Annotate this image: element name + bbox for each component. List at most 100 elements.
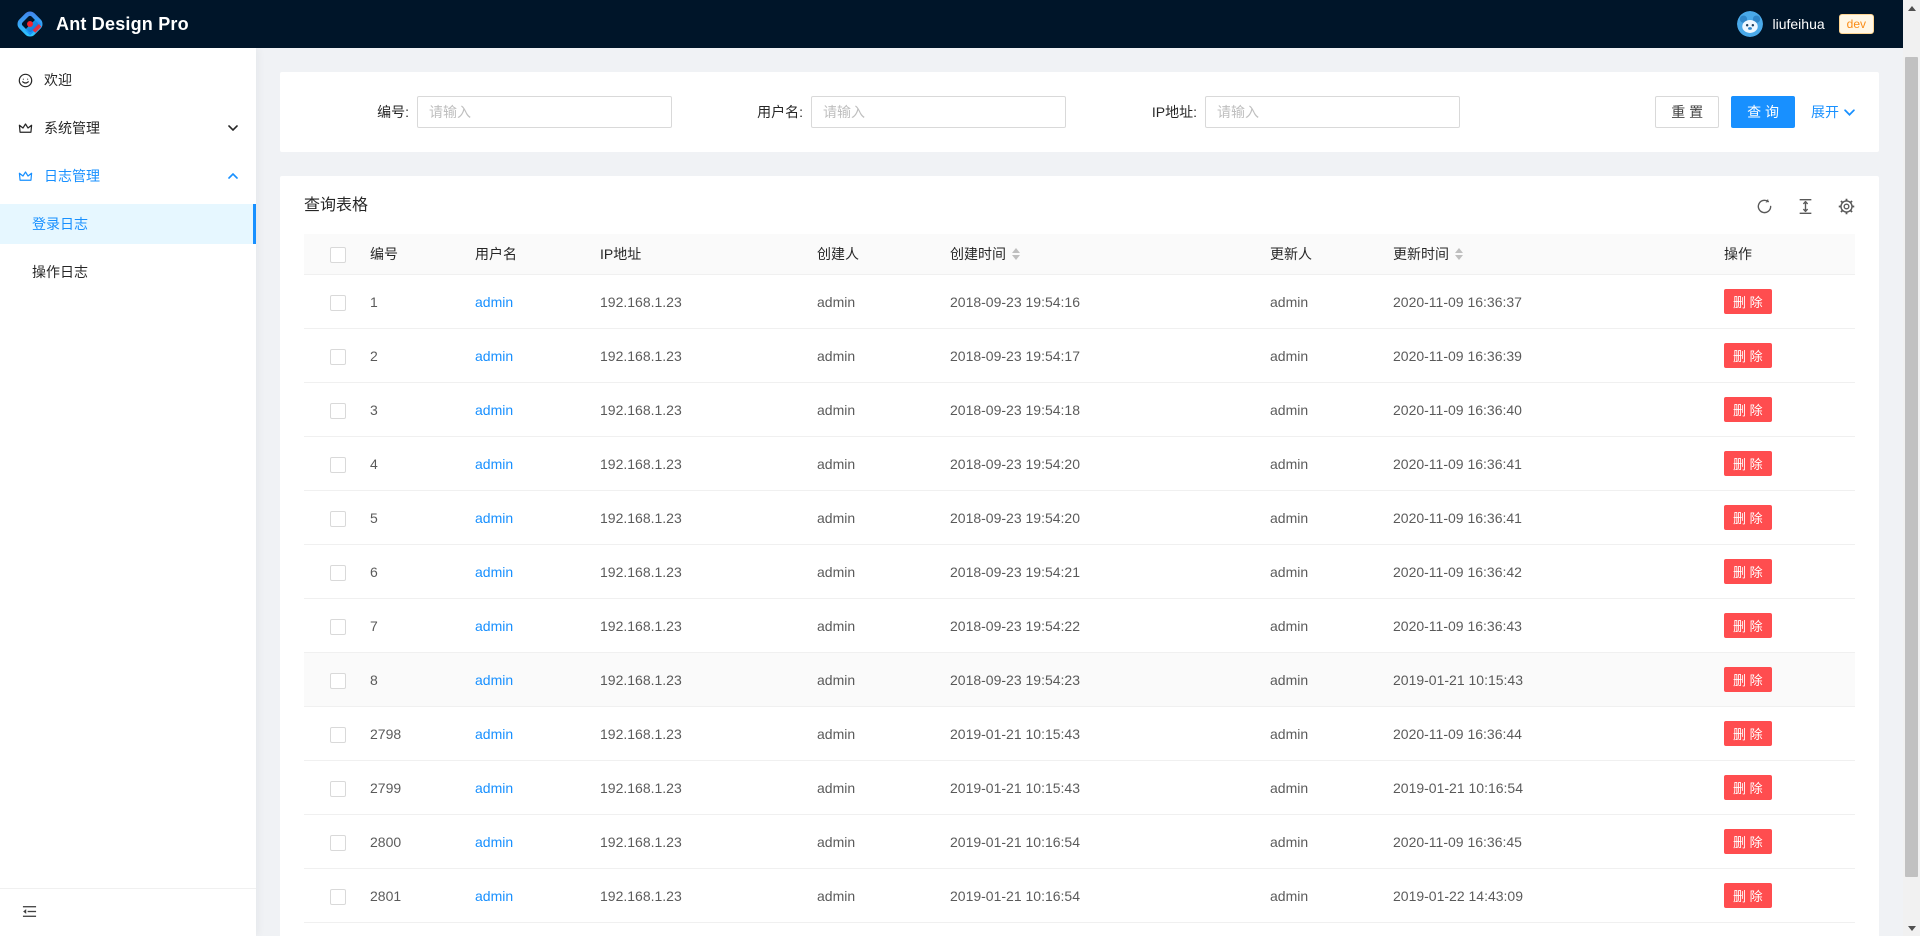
delete-button[interactable]: 删 除 <box>1724 829 1772 854</box>
delete-button[interactable]: 删 除 <box>1724 883 1772 908</box>
row-checkbox[interactable] <box>330 619 346 635</box>
cell-updated-time: 2020-11-09 16:36:45 <box>1377 815 1708 869</box>
col-header-updated-sortable[interactable]: 更新时间 <box>1377 234 1708 275</box>
form-field-ip: IP地址: <box>1092 96 1460 128</box>
sidebar-item-system-mgmt[interactable]: 系统管理 <box>0 108 256 148</box>
cell-updater: admin <box>1254 923 1377 936</box>
cell-created-time: 2018-09-23 19:54:16 <box>934 275 1254 329</box>
id-field[interactable] <box>417 96 672 128</box>
delete-button[interactable]: 删 除 <box>1724 613 1772 638</box>
cell-id: 2801 <box>354 869 459 923</box>
select-all-checkbox[interactable] <box>330 247 346 263</box>
cell-id: 5 <box>354 491 459 545</box>
cell-creator: admin <box>801 761 934 815</box>
chevron-down-icon <box>228 125 238 131</box>
sidebar-item-welcome[interactable]: 欢迎 <box>0 60 256 100</box>
delete-button[interactable]: 删 除 <box>1724 775 1772 800</box>
env-tag: dev <box>1839 14 1874 34</box>
sidebar-item-login-log[interactable]: 登录日志 <box>0 204 256 244</box>
username-link[interactable]: admin <box>475 510 513 526</box>
sort-carets-icon <box>1455 248 1463 260</box>
sidebar-item-label: 登录日志 <box>32 214 88 234</box>
sidebar-collapse-trigger[interactable] <box>0 888 256 936</box>
sidebar-item-log-mgmt[interactable]: 日志管理 <box>0 156 256 196</box>
delete-button[interactable]: 删 除 <box>1724 721 1772 746</box>
username-link[interactable]: admin <box>475 780 513 796</box>
delete-button[interactable]: 删 除 <box>1724 451 1772 476</box>
username-link[interactable]: admin <box>475 564 513 580</box>
cell-action: 删 除 <box>1708 491 1855 545</box>
username-field[interactable] <box>811 96 1066 128</box>
user-menu[interactable]: liufeihua dev <box>1737 11 1904 37</box>
delete-button[interactable]: 删 除 <box>1724 289 1772 314</box>
username-link[interactable]: admin <box>475 834 513 850</box>
username-link[interactable]: admin <box>475 348 513 364</box>
cell-created-time: 2018-09-23 19:54:20 <box>934 437 1254 491</box>
row-checkbox[interactable] <box>330 889 346 905</box>
row-checkbox[interactable] <box>330 835 346 851</box>
table-row: 2800 admin 192.168.1.23 admin 2019-01-21… <box>304 815 1855 869</box>
reset-button[interactable]: 重 置 <box>1655 96 1719 128</box>
reload-icon[interactable] <box>1756 198 1773 215</box>
delete-button[interactable]: 删 除 <box>1724 559 1772 584</box>
settings-gear-icon[interactable] <box>1838 198 1855 215</box>
col-header-created-sortable[interactable]: 创建时间 <box>934 234 1254 275</box>
row-checkbox[interactable] <box>330 403 346 419</box>
cell-username: admin <box>459 275 584 329</box>
cell-id: 4 <box>354 437 459 491</box>
table-toolbar: 查询表格 <box>304 176 1855 234</box>
sidebar-item-operation-log[interactable]: 操作日志 <box>0 252 256 292</box>
vertical-scrollbar[interactable] <box>1903 0 1920 936</box>
username-link[interactable]: admin <box>475 402 513 418</box>
app-title: Ant Design Pro <box>56 14 189 35</box>
cell-creator: admin <box>801 275 934 329</box>
username-link[interactable]: admin <box>475 294 513 310</box>
col-header-ip: IP地址 <box>584 234 801 275</box>
cell-creator: admin <box>801 599 934 653</box>
cell-creator: admin <box>801 545 934 599</box>
logo-link[interactable]: Ant Design Pro <box>16 10 189 38</box>
scrollbar-up-arrow[interactable] <box>1903 0 1920 16</box>
cell-creator: admin <box>801 437 934 491</box>
scrollbar-thumb[interactable] <box>1905 57 1918 877</box>
row-checkbox[interactable] <box>330 295 346 311</box>
row-checkbox[interactable] <box>330 457 346 473</box>
cell-ip: 192.168.1.23 <box>584 383 801 437</box>
row-checkbox[interactable] <box>330 511 346 527</box>
row-checkbox[interactable] <box>330 349 346 365</box>
cell-id: 2802 <box>354 923 459 936</box>
delete-button[interactable]: 删 除 <box>1724 505 1772 530</box>
cell-updated-time: 2020-11-09 16:36:37 <box>1377 275 1708 329</box>
cell-created-time: 2018-09-23 19:54:23 <box>934 653 1254 707</box>
sidebar-item-label: 系统管理 <box>44 118 100 138</box>
row-checkbox[interactable] <box>330 673 346 689</box>
row-checkbox[interactable] <box>330 565 346 581</box>
cell-created-time: 2018-09-23 19:54:17 <box>934 329 1254 383</box>
cell-creator: admin <box>801 491 934 545</box>
row-checkbox[interactable] <box>330 781 346 797</box>
username-link[interactable]: admin <box>475 618 513 634</box>
delete-button[interactable]: 删 除 <box>1724 397 1772 422</box>
table-row: 6 admin 192.168.1.23 admin 2018-09-23 19… <box>304 545 1855 599</box>
cell-id: 6 <box>354 545 459 599</box>
username-link[interactable]: admin <box>475 726 513 742</box>
ip-field[interactable] <box>1205 96 1460 128</box>
table-row: 1 admin 192.168.1.23 admin 2018-09-23 19… <box>304 275 1855 329</box>
cell-action: 删 除 <box>1708 761 1855 815</box>
column-height-icon[interactable] <box>1797 198 1814 215</box>
cell-ip: 192.168.1.23 <box>584 545 801 599</box>
cell-action: 删 除 <box>1708 923 1855 936</box>
cell-username: admin <box>459 437 584 491</box>
row-checkbox[interactable] <box>330 727 346 743</box>
cell-id: 8 <box>354 653 459 707</box>
query-button[interactable]: 查 询 <box>1731 96 1795 128</box>
username-link[interactable]: admin <box>475 456 513 472</box>
delete-button[interactable]: 删 除 <box>1724 667 1772 692</box>
username-link[interactable]: admin <box>475 888 513 904</box>
expand-link[interactable]: 展开 <box>1811 102 1855 122</box>
delete-button[interactable]: 删 除 <box>1724 343 1772 368</box>
cell-creator: admin <box>801 383 934 437</box>
scrollbar-down-arrow[interactable] <box>1903 920 1920 936</box>
cell-action: 删 除 <box>1708 383 1855 437</box>
username-link[interactable]: admin <box>475 672 513 688</box>
